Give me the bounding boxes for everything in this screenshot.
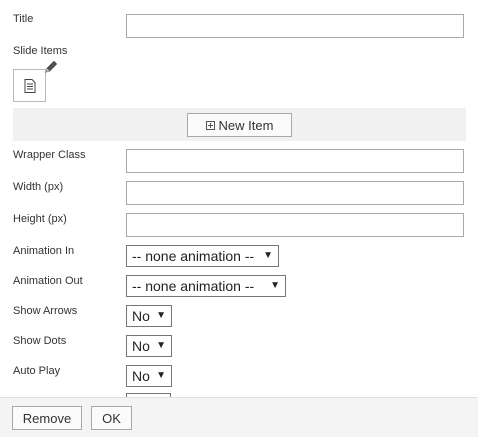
slide-item-thumbnail[interactable]: [13, 69, 46, 102]
height-input[interactable]: [126, 213, 464, 237]
show-arrows-select[interactable]: No ▼: [126, 305, 172, 327]
caret-down-icon: ▼: [156, 340, 166, 351]
dialog-footer: Remove OK: [0, 397, 478, 437]
new-item-label: New Item: [218, 118, 274, 133]
caret-down-icon: ▼: [156, 370, 166, 381]
show-dots-select[interactable]: No ▼: [126, 335, 172, 357]
animation-in-value: -- none animation --: [132, 248, 255, 264]
wrapper-class-input[interactable]: [126, 149, 464, 173]
animation-in-label: Animation In: [13, 245, 75, 257]
animation-in-select[interactable]: -- none animation -- ▼: [126, 245, 279, 267]
wrapper-class-label: Wrapper Class: [13, 149, 86, 161]
animation-out-value: -- none animation --: [132, 278, 255, 294]
document-icon: [24, 79, 36, 93]
width-input[interactable]: [126, 181, 464, 205]
auto-play-select[interactable]: No ▼: [126, 365, 172, 387]
caret-down-icon: ▼: [156, 310, 166, 321]
slide-items-label: Slide Items: [13, 45, 68, 57]
show-dots-label: Show Dots: [13, 335, 67, 347]
show-dots-value: No: [132, 338, 150, 354]
animation-out-select[interactable]: -- none animation -- ▼: [126, 275, 286, 297]
pencil-icon[interactable]: [44, 60, 58, 74]
new-item-bar: New Item: [13, 108, 466, 141]
caret-down-icon: ▼: [270, 280, 280, 291]
auto-play-label: Auto Play: [13, 365, 61, 377]
caret-down-icon: ▼: [263, 250, 273, 261]
height-label: Height (px): [13, 213, 67, 225]
auto-play-value: No: [132, 368, 150, 384]
show-arrows-label: Show Arrows: [13, 305, 78, 317]
width-label: Width (px): [13, 181, 64, 193]
title-label: Title: [13, 13, 34, 25]
new-item-button[interactable]: New Item: [187, 113, 292, 137]
show-arrows-value: No: [132, 308, 150, 324]
remove-button[interactable]: Remove: [12, 406, 82, 430]
title-input[interactable]: [126, 14, 464, 38]
animation-out-label: Animation Out: [13, 275, 83, 287]
plus-square-icon: [205, 121, 215, 130]
ok-button[interactable]: OK: [91, 406, 132, 430]
